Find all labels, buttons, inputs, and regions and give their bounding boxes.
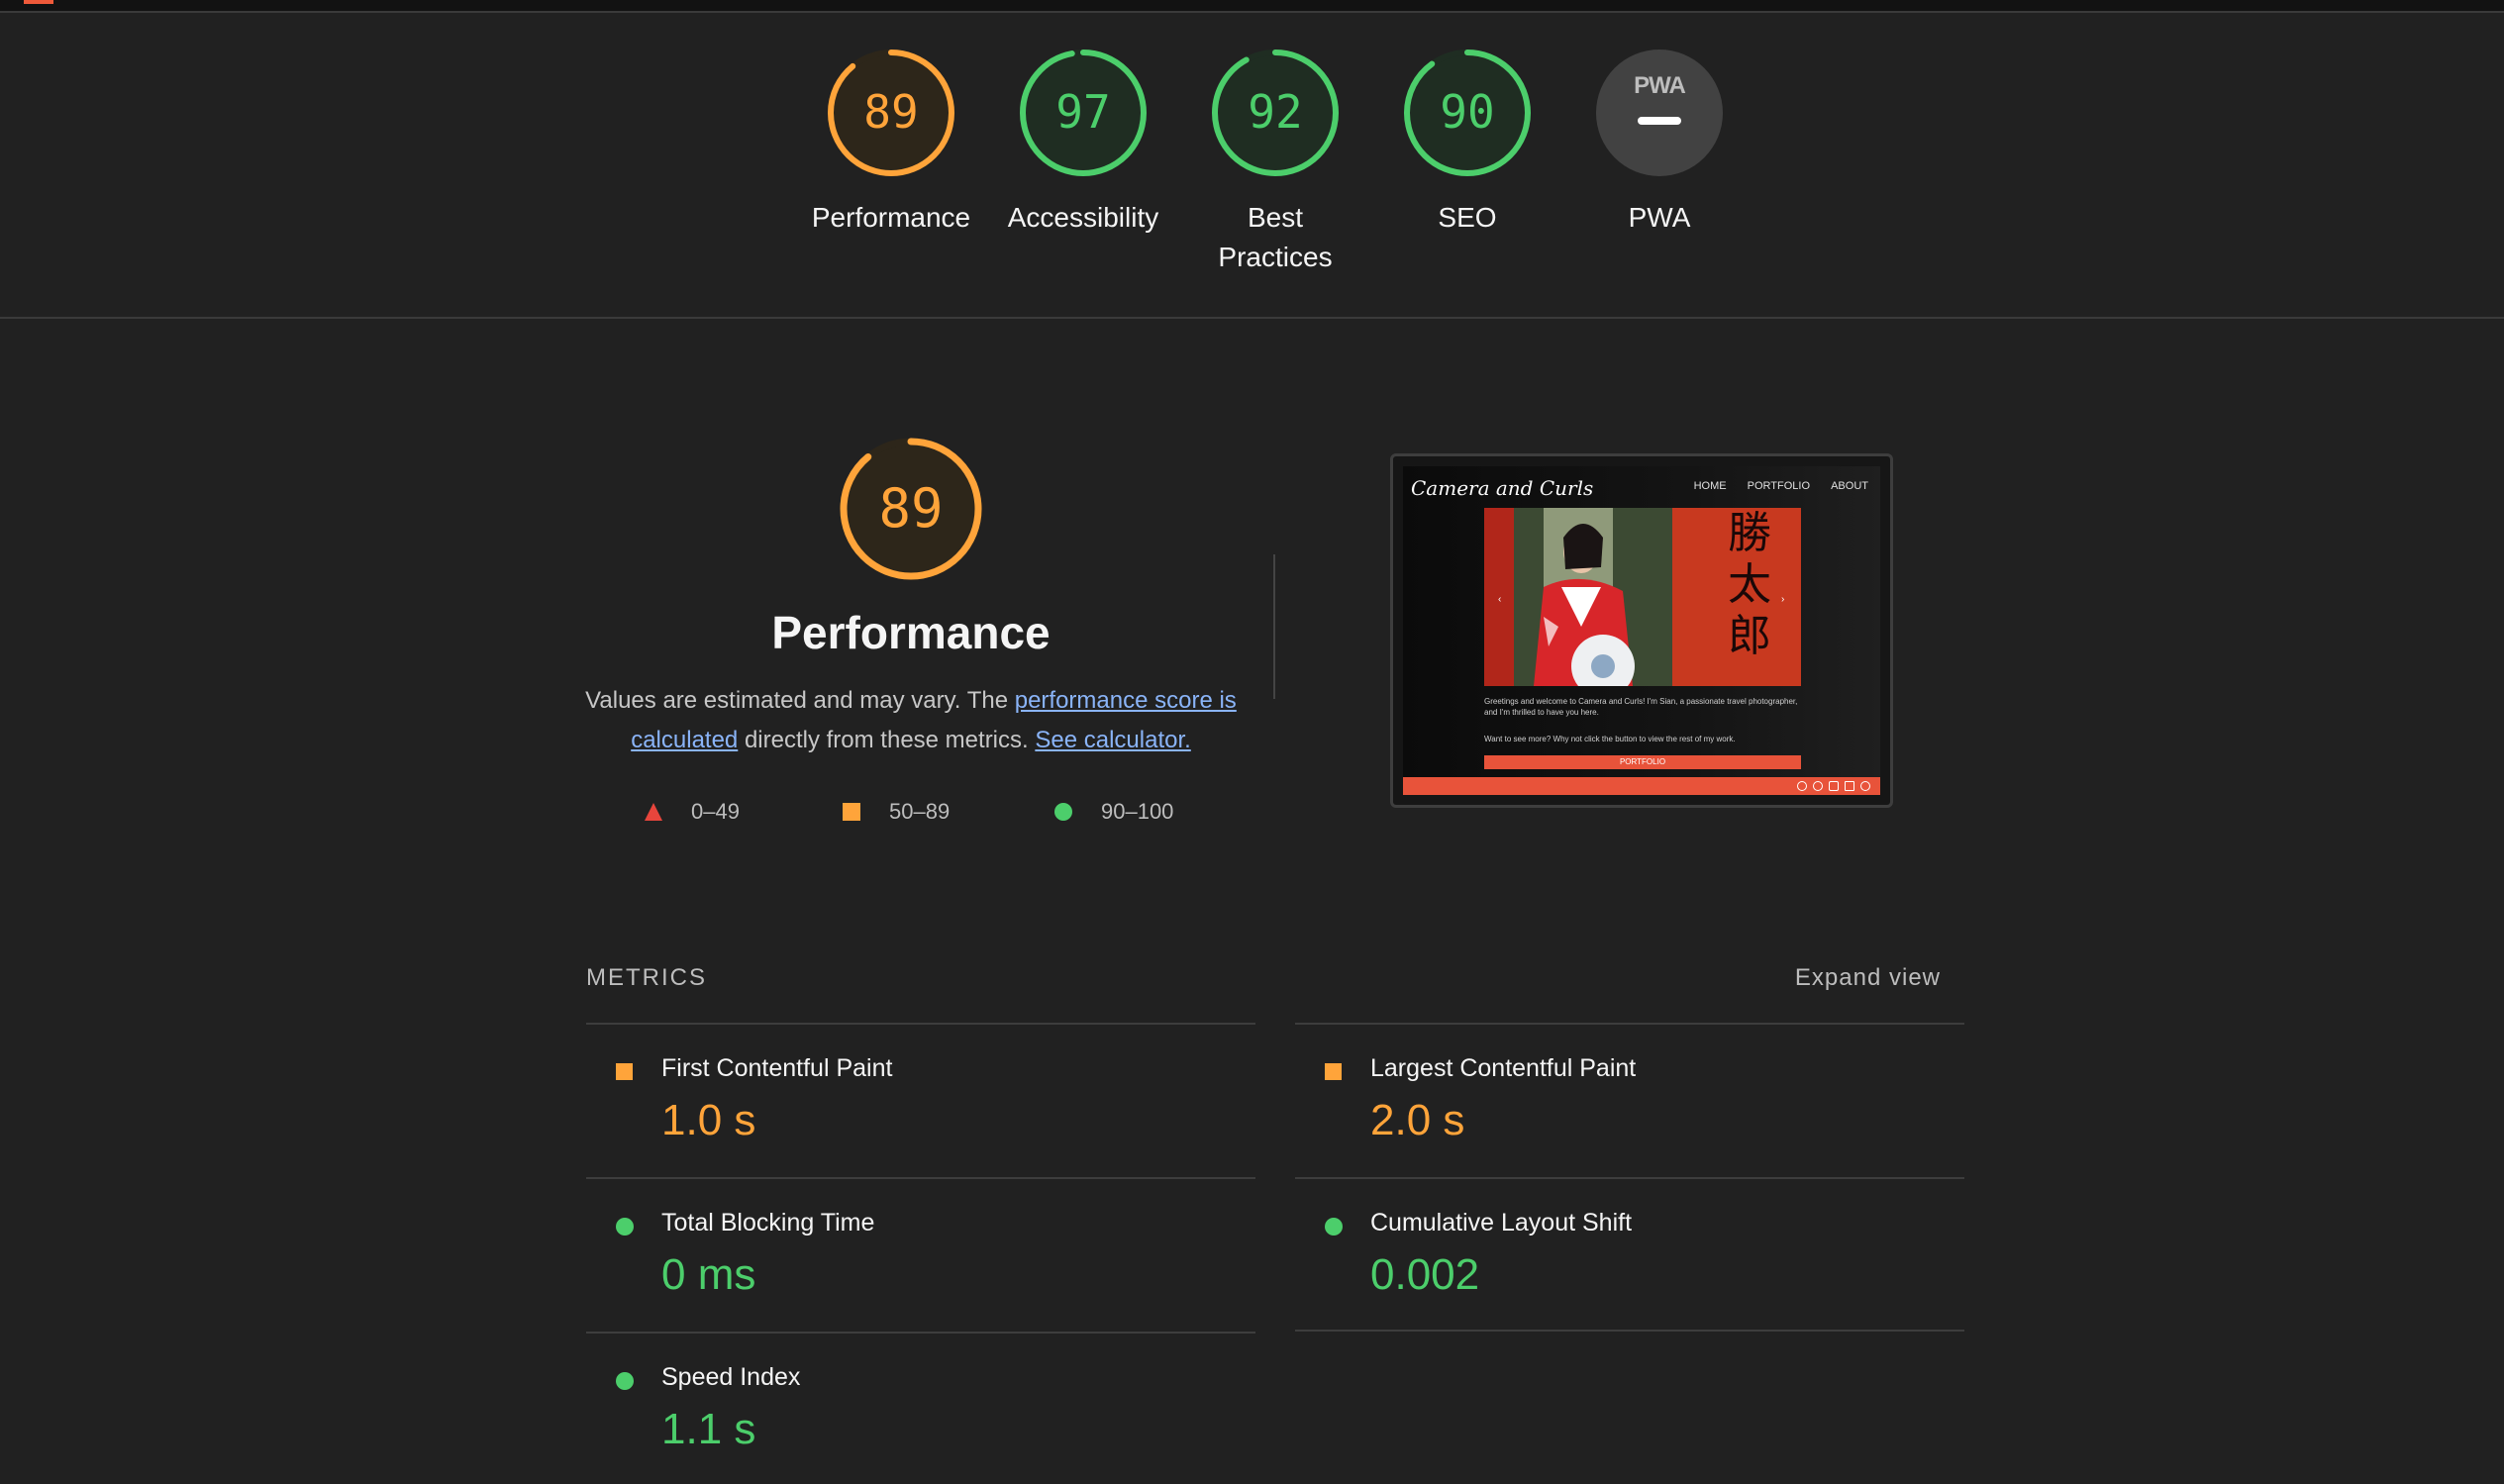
expand-view-toggle[interactable]: Expand view [1795, 964, 1941, 992]
vertical-divider [1273, 554, 1275, 699]
top-bar [0, 0, 2504, 13]
site-brand: Camera and Curls [1411, 476, 1594, 500]
svg-text:‹: ‹ [1498, 594, 1501, 605]
metric-cumulative-layout-shift: Cumulative Layout Shift 0.002 [1295, 1179, 1964, 1330]
metric-name: Largest Contentful Paint [1370, 1054, 1637, 1082]
pwa-badge-icon: PWA [1596, 49, 1723, 176]
pwa-badge-text: PWA [1634, 72, 1685, 99]
legend-average: 50–89 [842, 792, 970, 832]
final-screenshot[interactable]: Camera and Curls HOME PORTFOLIO ABOUT 勝 [1390, 453, 1893, 808]
square-icon [1325, 1063, 1342, 1080]
legend-range: 0–49 [691, 799, 740, 824]
intro-text: Greetings and welcome to Camera and Curl… [1484, 697, 1798, 717]
circle-icon [1054, 803, 1072, 821]
metrics-heading: METRICS [586, 964, 707, 991]
circle-icon [616, 1372, 634, 1390]
section-divider [0, 317, 2504, 319]
triangle-icon [645, 803, 662, 821]
svg-text:勝: 勝 [1728, 508, 1771, 558]
site-footer [1403, 777, 1880, 795]
gauge-seo[interactable]: 90 SEO [1368, 48, 1566, 285]
gauge-label: Performance [811, 202, 971, 233]
gauge-label: SEO [1438, 202, 1497, 233]
gauge-score: 89 [863, 85, 919, 139]
screenshot-page: Camera and Curls HOME PORTFOLIO ABOUT 勝 [1403, 466, 1880, 795]
metric-first-contentful-paint: First Contentful Paint 1.0 s [586, 1025, 1255, 1175]
description-middle: directly from these metrics. [738, 727, 1036, 753]
performance-score: 89 [878, 477, 944, 540]
circle-icon [616, 1218, 634, 1236]
square-icon [616, 1063, 633, 1080]
nav-about: ABOUT [1831, 480, 1868, 492]
metric-name: Cumulative Layout Shift [1370, 1209, 1633, 1237]
gauge-score: 97 [1055, 85, 1111, 139]
gauge-best-practices[interactable]: 92 Best Practices [1176, 48, 1374, 285]
metric-value: 2.0 s [1370, 1096, 1465, 1144]
gauge-label: PWA [1628, 202, 1691, 233]
hero-photo: 勝 太 郎 ‹ › [1484, 508, 1801, 686]
metric-value: 1.0 s [661, 1096, 756, 1144]
metric-value: 0 ms [661, 1250, 756, 1299]
gauge-label: Accessibility [1007, 202, 1159, 233]
hero-photo-image: 勝 太 郎 ‹ › [1484, 508, 1801, 686]
description-prefix: Values are estimated and may vary. The [585, 687, 1015, 714]
gauge-accessibility[interactable]: 97 Accessibility [984, 48, 1182, 285]
portfolio-button: PORTFOLIO [1484, 755, 1801, 769]
gauge-pwa[interactable]: PWA PWA [1560, 48, 1758, 285]
metric-total-blocking-time: Total Blocking Time 0 ms [586, 1179, 1255, 1330]
instagram-icon [1797, 781, 1807, 791]
performance-main-gauge: 89 [812, 436, 1010, 594]
see-calculator-link[interactable]: See calculator. [1035, 727, 1190, 753]
gauge-label: Best Practices [1218, 202, 1333, 272]
legend-range: 90–100 [1101, 799, 1174, 824]
performance-description: Values are estimated and may vary. The p… [584, 681, 1238, 760]
site-nav: HOME PORTFOLIO ABOUT [1684, 480, 1868, 492]
metric-value: 1.1 s [661, 1405, 756, 1453]
gauge-performance[interactable]: 89 Performance [792, 48, 990, 285]
legend-fail: 0–49 [644, 792, 772, 832]
metric-largest-contentful-paint: Largest Contentful Paint 2.0 s [1295, 1025, 1964, 1175]
square-icon [843, 803, 860, 821]
nav-portfolio: PORTFOLIO [1747, 480, 1811, 492]
legend-pass: 90–100 [1053, 792, 1202, 832]
linkedin-icon [1845, 781, 1854, 791]
metric-value: 0.002 [1370, 1250, 1480, 1299]
performance-title: Performance [771, 607, 1051, 658]
metric-name: First Contentful Paint [661, 1054, 893, 1082]
metric-speed-index: Speed Index 1.1 s [586, 1334, 1255, 1484]
gauge-score: 92 [1248, 85, 1303, 139]
metric-name: Total Blocking Time [661, 1209, 875, 1237]
svg-text:太: 太 [1728, 559, 1771, 610]
circle-icon [1325, 1218, 1343, 1236]
lighthouse-logo-icon [24, 0, 53, 4]
gauge-score: 90 [1440, 85, 1495, 139]
metric-name: Speed Index [661, 1363, 801, 1391]
svg-text:郎: 郎 [1728, 611, 1771, 661]
svg-text:›: › [1781, 594, 1784, 605]
youtube-icon [1829, 781, 1839, 791]
metrics-divider [1295, 1330, 1964, 1332]
legend-range: 50–89 [889, 799, 951, 824]
github-icon [1860, 781, 1870, 791]
pinterest-icon [1813, 781, 1823, 791]
cta-text: Want to see more? Why not click the butt… [1484, 735, 1736, 743]
nav-home: HOME [1693, 480, 1727, 492]
